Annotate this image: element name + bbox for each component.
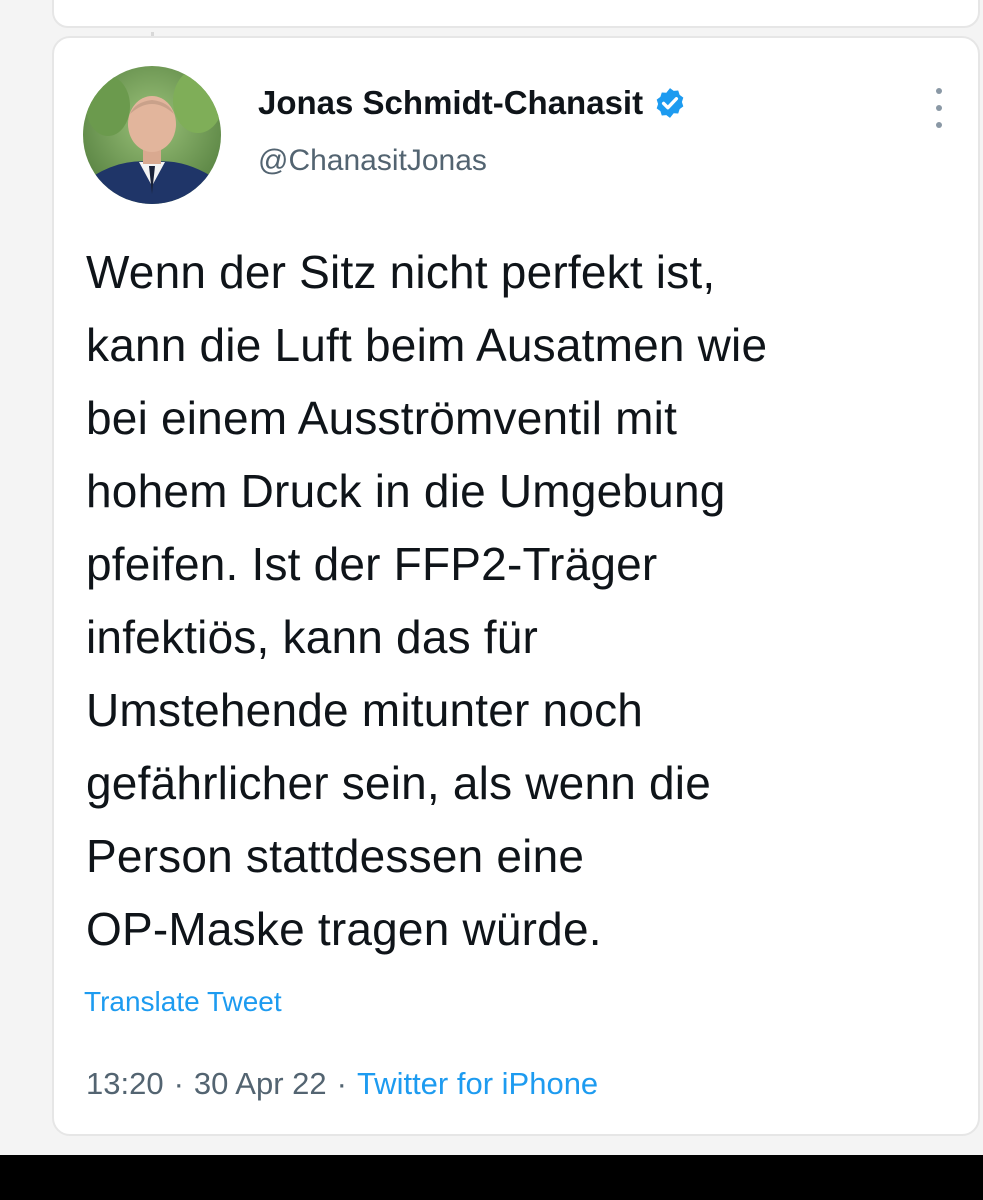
author-handle[interactable]: @ChanasitJonas (258, 144, 487, 178)
author-name-row[interactable]: Jonas Schmidt-Chanasit (258, 84, 687, 122)
meta-separator: · (173, 1066, 184, 1101)
more-options-icon[interactable] (928, 88, 950, 128)
tweet-metadata: 13:20 · 30 Apr 22 · Twitter for iPhone (86, 1066, 598, 1102)
previous-tweet-card (52, 0, 980, 28)
tweet-time[interactable]: 13:20 (86, 1066, 164, 1101)
verified-badge-icon (656, 88, 684, 118)
avatar[interactable] (83, 66, 221, 204)
meta-separator: · (336, 1066, 347, 1101)
author-display-name[interactable]: Jonas Schmidt-Chanasit (258, 84, 643, 122)
tweet-text: Wenn der Sitz nicht perfekt ist, kann di… (86, 246, 768, 955)
translate-tweet-link[interactable]: Translate Tweet (84, 986, 282, 1018)
tweet-date[interactable]: 30 Apr 22 (194, 1066, 327, 1101)
bottom-black-bar (0, 1155, 983, 1200)
tweet-source-link[interactable]: Twitter for iPhone (357, 1066, 598, 1101)
